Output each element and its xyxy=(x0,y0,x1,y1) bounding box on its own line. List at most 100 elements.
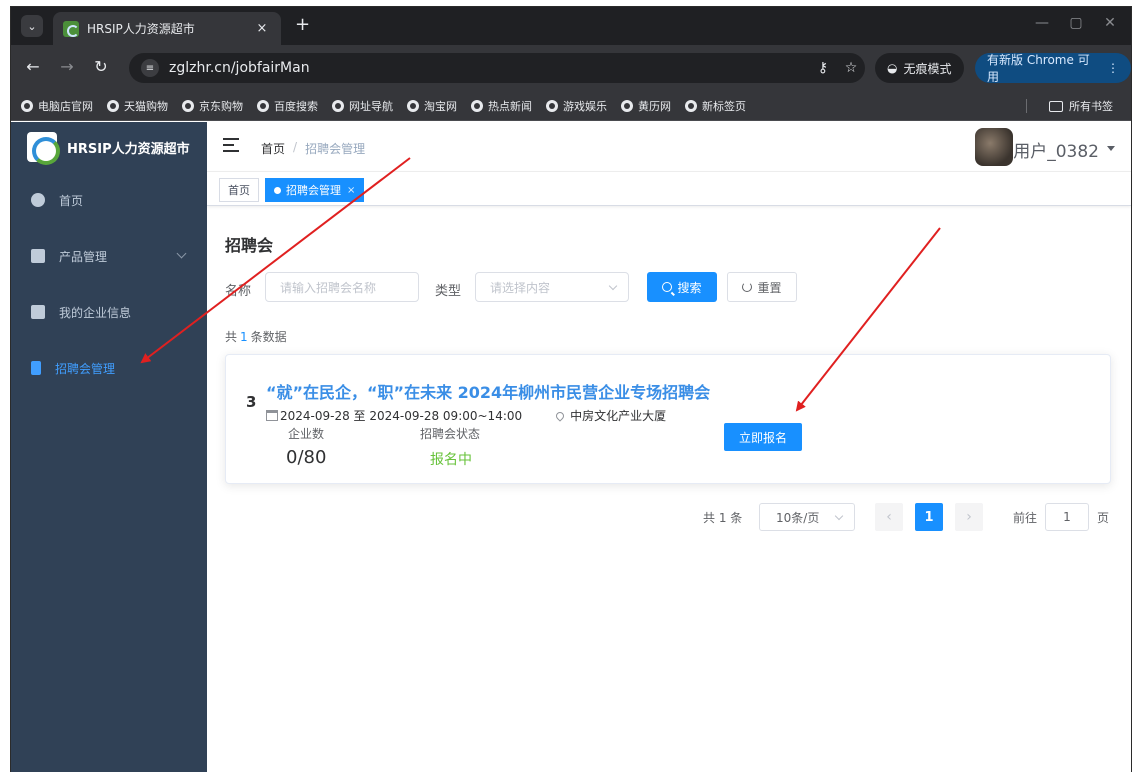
page-size-select[interactable]: 10条/页 xyxy=(759,503,855,531)
username[interactable]: 用户_0382 xyxy=(1013,137,1099,162)
jobfair-index: 3 xyxy=(246,393,257,411)
total-count: 1 xyxy=(240,330,248,344)
tab-title: HRSIP人力资源超市 xyxy=(87,22,195,36)
sidebar-item-home[interactable]: 首页 xyxy=(11,172,207,228)
company-count-label: 企业数 xyxy=(288,427,325,441)
bookmarks-divider xyxy=(1026,99,1027,113)
prev-page-button[interactable]: ‹ xyxy=(875,503,903,531)
bookmark-item[interactable]: 京东购物 xyxy=(182,98,243,114)
bookmarks-bar: 电脑店官网 天猫购物 京东购物 百度搜索 网址导航 淘宝网 热点新闻 游戏娱乐 … xyxy=(11,91,1131,121)
bookmark-item[interactable]: 新标签页 xyxy=(685,98,746,114)
folder-icon xyxy=(1049,100,1063,112)
bookmark-item[interactable]: 天猫购物 xyxy=(107,98,168,114)
bookmark-item[interactable]: 淘宝网 xyxy=(407,98,457,114)
type-placeholder: 请选择内容 xyxy=(490,280,551,295)
avatar[interactable] xyxy=(975,128,1013,166)
url-text: zglzhr.cn/jobfairMan xyxy=(169,60,310,76)
site-info-icon[interactable]: ≡ xyxy=(141,59,159,77)
window-close-icon[interactable]: ✕ xyxy=(1097,15,1123,31)
main-area: 首页 / 招聘会管理 用户_0382 首页 招聘会管理 × 招聘会 名称 请输入… xyxy=(207,122,1131,772)
chevron-down-icon xyxy=(834,511,844,521)
update-label: 有新版 Chrome 可用 xyxy=(987,53,1090,84)
tag-jobfair-manage[interactable]: 招聘会管理 × xyxy=(265,178,365,202)
tag-close-icon[interactable]: × xyxy=(347,185,355,196)
jobfair-date: 2024-09-28 至 2024-09-28 09:00~14:00 xyxy=(280,409,523,423)
incognito-icon: ◒ xyxy=(887,61,898,75)
company-count: 0/80 xyxy=(286,447,327,468)
browser-tab[interactable]: HRSIP人力资源超市 × xyxy=(53,12,281,45)
jobfair-meta: 2024-09-28 至 2024-09-28 09:00~14:00 中房文化… xyxy=(266,407,666,424)
tab-close-icon[interactable]: × xyxy=(253,21,271,36)
sidebar-item-label: 首页 xyxy=(59,193,84,208)
incognito-badge[interactable]: ◒ 无痕模式 xyxy=(875,53,964,83)
next-page-button[interactable]: › xyxy=(955,503,983,531)
reset-button[interactable]: 重置 xyxy=(727,272,797,302)
page-number-1[interactable]: 1 xyxy=(915,503,943,531)
forward-icon[interactable]: → xyxy=(57,58,77,76)
reload-icon[interactable]: ↻ xyxy=(91,58,111,76)
browser-window: ⌄ HRSIP人力资源超市 × + — ▢ ✕ ← → ↻ ≡ zglzhr.c… xyxy=(10,6,1132,772)
jobfair-title[interactable]: “就”在民企，“职”在未来 2024年柳州市民营企业专场招聘会 xyxy=(266,379,710,403)
site-favicon-icon xyxy=(63,20,79,37)
tag-home[interactable]: 首页 xyxy=(219,178,259,202)
back-icon[interactable]: ← xyxy=(23,58,43,76)
hamburger-icon[interactable] xyxy=(223,138,239,152)
sidebar-item-label: 产品管理 xyxy=(59,249,108,264)
status-label: 招聘会状态 xyxy=(420,427,481,441)
globe-icon xyxy=(332,99,344,112)
breadcrumb-current: 招聘会管理 xyxy=(305,142,366,156)
type-label: 类型 xyxy=(435,284,462,299)
bookmark-item[interactable]: 热点新闻 xyxy=(471,98,532,114)
calendar-icon xyxy=(266,410,278,421)
minimize-icon[interactable]: — xyxy=(1029,15,1055,31)
breadcrumb: 首页 / 招聘会管理 xyxy=(261,140,365,157)
goto-page-input[interactable]: 1 xyxy=(1045,503,1089,531)
sidebar-item-company-info[interactable]: 我的企业信息 xyxy=(11,284,207,340)
page-content: 招聘会 名称 请输入招聘会名称 类型 请选择内容 搜索 重置 共 1 条数据 3… xyxy=(207,206,1131,772)
tags-view: 首页 招聘会管理 × xyxy=(207,172,1131,206)
globe-icon xyxy=(107,99,119,112)
sidebar-item-jobfair-manage[interactable]: 招聘会管理 xyxy=(11,340,207,396)
signup-button[interactable]: 立即报名 xyxy=(724,423,802,451)
new-tab-icon[interactable]: + xyxy=(295,16,310,34)
breadcrumb-home[interactable]: 首页 xyxy=(261,140,285,157)
app: HRSIP人力资源超市 首页 产品管理 我的企业信息 招聘会管理 首页 / 招聘… xyxy=(11,122,1131,772)
globe-icon xyxy=(21,99,33,112)
navbar: 首页 / 招聘会管理 用户_0382 xyxy=(207,122,1131,172)
bookmark-star-icon[interactable]: ☆ xyxy=(837,60,865,76)
bookmark-item[interactable]: 网址导航 xyxy=(332,98,393,114)
status-badge: 报名中 xyxy=(430,452,472,468)
globe-icon xyxy=(546,99,558,112)
bookmark-item[interactable]: 百度搜索 xyxy=(257,98,318,114)
bookmark-item[interactable]: 黄历网 xyxy=(621,98,671,114)
caret-down-icon[interactable] xyxy=(1107,146,1115,151)
brand[interactable]: HRSIP人力资源超市 xyxy=(11,122,207,172)
brand-title: HRSIP人力资源超市 xyxy=(67,141,190,157)
active-dot-icon xyxy=(274,186,281,194)
sidebar-item-products[interactable]: 产品管理 xyxy=(11,228,207,284)
search-button[interactable]: 搜索 xyxy=(647,272,717,302)
kebab-menu-icon[interactable]: ⋮ xyxy=(1107,61,1119,75)
browser-toolbar: ← → ↻ ≡ zglzhr.cn/jobfairMan ⚷ ☆ ◒ 无痕模式 … xyxy=(11,45,1131,91)
tab-search-icon[interactable]: ⌄ xyxy=(21,15,43,37)
goto-label: 前往 xyxy=(1013,510,1038,525)
jobfair-location: 中房文化产业大厦 xyxy=(570,409,667,423)
name-placeholder: 请输入招聘会名称 xyxy=(280,280,377,295)
page-title: 招聘会 xyxy=(225,236,274,255)
sidebar: HRSIP人力资源超市 首页 产品管理 我的企业信息 招聘会管理 xyxy=(11,122,207,772)
name-input[interactable]: 请输入招聘会名称 xyxy=(265,272,419,302)
type-select[interactable]: 请选择内容 xyxy=(475,272,629,302)
maximize-icon[interactable]: ▢ xyxy=(1063,15,1089,31)
address-bar[interactable]: ≡ zglzhr.cn/jobfairMan ⚷ ☆ xyxy=(129,53,865,83)
bookmark-item[interactable]: 电脑店官网 xyxy=(21,98,93,114)
all-bookmarks-button[interactable]: 所有书签 xyxy=(1049,98,1113,114)
password-key-icon[interactable]: ⚷ xyxy=(809,60,837,76)
bookmark-item[interactable]: 游戏娱乐 xyxy=(546,98,607,114)
globe-icon xyxy=(257,99,269,112)
globe-icon xyxy=(182,99,194,112)
chrome-update-button[interactable]: 有新版 Chrome 可用 ⋮ xyxy=(975,53,1131,84)
globe-icon xyxy=(685,99,697,112)
dashboard-icon xyxy=(31,193,45,207)
refresh-icon xyxy=(742,282,753,292)
chevron-down-icon xyxy=(176,248,187,259)
